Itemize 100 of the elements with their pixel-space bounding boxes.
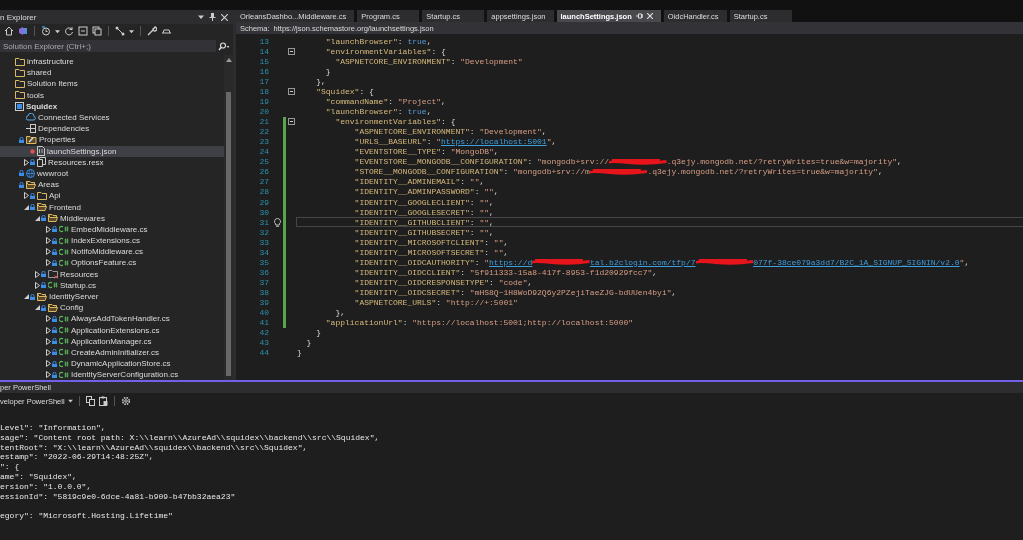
copy-icon[interactable] bbox=[92, 26, 102, 36]
tree-item[interactable]: Middlewares bbox=[0, 212, 224, 224]
tree-item[interactable]: ApplicationManager.cs bbox=[0, 335, 224, 347]
tree-item[interactable]: IdentityServer bbox=[0, 290, 224, 303]
tree-item[interactable]: ApplicationExtensions.cs bbox=[0, 324, 224, 336]
refresh-icon[interactable] bbox=[64, 26, 74, 36]
tree-item[interactable]: EmbedMiddleware.cs bbox=[0, 223, 224, 235]
caret-icon[interactable] bbox=[129, 28, 134, 34]
lock-icon bbox=[52, 248, 57, 255]
tree-item[interactable]: Connected Services bbox=[0, 111, 224, 124]
close-icon[interactable] bbox=[646, 13, 653, 19]
item-label: launchSettings.json bbox=[47, 146, 117, 156]
tree-item[interactable]: DynamicApplicationStore.cs bbox=[0, 358, 224, 370]
lock-icon bbox=[52, 315, 57, 322]
line-number: 32 bbox=[258, 227, 270, 237]
tree-item[interactable]: Areas bbox=[0, 179, 224, 191]
collapse-icon[interactable] bbox=[288, 47, 295, 55]
tree-item[interactable]: NotifoMiddleware.cs bbox=[0, 246, 224, 258]
collapsed-arrow-icon[interactable] bbox=[45, 360, 51, 368]
line-number: 37 bbox=[258, 278, 270, 288]
terminal-line: egory": "Microsoft.Hosting.Lifetime" bbox=[0, 511, 174, 521]
redaction-mark bbox=[532, 258, 590, 267]
wrench-icon[interactable] bbox=[147, 26, 157, 36]
tree-item[interactable]: launchSettings.json bbox=[0, 145, 224, 157]
modified-dot-icon bbox=[30, 148, 35, 154]
code-file-icon bbox=[59, 370, 69, 379]
dropdown-icon[interactable] bbox=[198, 14, 204, 20]
code-text: "launchBrowser": true, bbox=[324, 106, 432, 116]
expanded-arrow-icon[interactable] bbox=[34, 305, 40, 311]
tree-item[interactable]: CreateAdminInitializer.cs bbox=[0, 346, 224, 359]
collapse-all-icon[interactable] bbox=[78, 26, 88, 36]
history-icon[interactable] bbox=[41, 26, 51, 36]
copy-icon[interactable] bbox=[85, 396, 95, 406]
collapsed-arrow-icon[interactable] bbox=[45, 337, 51, 345]
search-field[interactable]: Solution Explorer (Ctrl+;) bbox=[0, 40, 216, 52]
paste-icon[interactable] bbox=[98, 396, 108, 406]
redaction-mark bbox=[589, 167, 648, 176]
tree-item[interactable]: Resources bbox=[0, 268, 224, 280]
collapsed-arrow-icon[interactable] bbox=[45, 348, 51, 356]
tree-item[interactable]: tools bbox=[0, 89, 224, 101]
scroll-up-icon[interactable] bbox=[225, 58, 232, 62]
collapsed-arrow-icon[interactable] bbox=[34, 270, 40, 278]
code-text: "STORE__MONGODB__CONFIGURATION": "mongodb+srv://m bbox=[353, 167, 590, 177]
tree-item[interactable]: shared bbox=[0, 67, 224, 79]
code-text: "ASPNETCORE_URLS": "http://+:5001" bbox=[353, 298, 518, 308]
code-file-icon bbox=[59, 236, 69, 245]
collapsed-arrow-icon[interactable] bbox=[23, 192, 29, 200]
line-number: 16 bbox=[258, 66, 270, 76]
collapsed-arrow-icon[interactable] bbox=[34, 281, 40, 289]
tree-item[interactable]: OptionsFeature.cs bbox=[0, 257, 224, 269]
tree-item[interactable]: IndexExtensions.cs bbox=[0, 235, 224, 247]
switch-views-icon[interactable] bbox=[18, 26, 28, 36]
collapsed-arrow-icon[interactable] bbox=[23, 158, 29, 166]
line-number: 21 bbox=[258, 117, 270, 127]
home-icon[interactable] bbox=[4, 26, 14, 36]
collapsed-arrow-icon[interactable] bbox=[45, 225, 51, 233]
expanded-arrow-icon[interactable] bbox=[23, 204, 29, 210]
collapse-icon[interactable] bbox=[288, 118, 295, 126]
line-number: 40 bbox=[258, 308, 270, 318]
pin-icon[interactable] bbox=[635, 13, 643, 19]
pin-icon[interactable] bbox=[209, 13, 216, 21]
tree-item[interactable]: AlwaysAddTokenHandler.cs bbox=[0, 313, 224, 325]
tree-item[interactable]: infrastructure bbox=[0, 56, 224, 68]
tree-item[interactable]: Squidex bbox=[0, 100, 224, 112]
settings-icon[interactable] bbox=[120, 396, 131, 406]
line-number: 30 bbox=[258, 207, 270, 217]
tree-item[interactable]: Dependencies bbox=[0, 123, 224, 135]
search-icon[interactable] bbox=[218, 41, 230, 51]
item-label: Config bbox=[60, 303, 84, 313]
nodes-icon[interactable] bbox=[115, 26, 125, 36]
tree-item[interactable]: Properties bbox=[0, 134, 224, 146]
collapsed-arrow-icon[interactable] bbox=[45, 248, 51, 256]
item-label: Squidex bbox=[26, 101, 58, 111]
tree-item[interactable]: Solution Items bbox=[0, 78, 224, 90]
collapsed-arrow-icon[interactable] bbox=[45, 326, 51, 334]
collapsed-arrow-icon[interactable] bbox=[45, 259, 51, 267]
lightbulb-icon[interactable] bbox=[274, 217, 281, 227]
tree-item[interactable]: Api bbox=[0, 190, 224, 202]
collapsed-arrow-icon[interactable] bbox=[45, 237, 51, 245]
tree-item[interactable]: Frontend bbox=[0, 201, 224, 213]
expanded-arrow-icon[interactable] bbox=[34, 215, 40, 221]
tree-item[interactable]: Config bbox=[0, 302, 224, 314]
tree-item[interactable]: wwwroot bbox=[0, 167, 224, 180]
tree-item[interactable]: Resources.resx bbox=[0, 156, 224, 168]
collapsed-arrow-icon[interactable] bbox=[45, 315, 51, 323]
expanded-arrow-icon[interactable] bbox=[23, 294, 29, 300]
line-number: 43 bbox=[258, 338, 270, 348]
tree-item[interactable]: IdentityServerConfiguration.cs bbox=[0, 369, 224, 380]
close-icon[interactable] bbox=[221, 13, 228, 21]
collapse-icon[interactable] bbox=[288, 87, 295, 95]
scrollbar-thumb[interactable] bbox=[226, 92, 231, 376]
line-number: 41 bbox=[258, 318, 270, 328]
lock-icon bbox=[52, 371, 57, 378]
lock-icon bbox=[52, 349, 57, 356]
caret-icon[interactable] bbox=[55, 28, 60, 34]
collapsed-arrow-icon[interactable] bbox=[45, 371, 51, 379]
tree-item[interactable]: Startup.cs bbox=[0, 279, 224, 291]
files-icon bbox=[37, 157, 46, 168]
code-text: "IDENTITY__OIDCRESPONSETYPE": "code", bbox=[353, 278, 533, 288]
line-number: 38 bbox=[258, 288, 270, 298]
